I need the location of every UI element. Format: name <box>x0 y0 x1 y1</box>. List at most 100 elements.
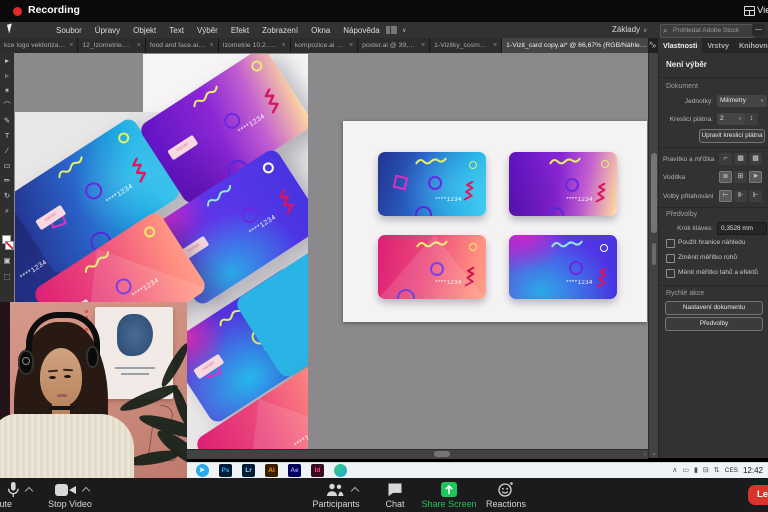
stop-video-button[interactable]: Stop Video <box>40 499 100 509</box>
close-icon[interactable]: × <box>421 42 425 49</box>
paintbrush-tool[interactable]: ✏ <box>0 173 14 188</box>
tab-vrstvy[interactable]: Vrstvy <box>702 38 734 53</box>
artboard-options-icon[interactable]: ↕ <box>745 113 758 125</box>
document-setup-button[interactable]: Nastavení dokumentu <box>665 301 763 315</box>
tab-document-3[interactable]: food and face.ai @...× <box>146 38 219 53</box>
chat-button[interactable]: Chat <box>375 499 415 509</box>
close-icon[interactable]: × <box>349 42 353 49</box>
checkbox-preview-bounds[interactable] <box>666 239 675 248</box>
card-design-blue-purple[interactable]: ****1234 <box>509 235 617 299</box>
checkbox-scale-corners[interactable] <box>666 254 675 263</box>
workspace-switcher[interactable]: Základy∨ <box>612 25 647 34</box>
edit-artboards-button[interactable]: Upravit kreslicí plátna <box>699 129 765 143</box>
selection-tool[interactable]: ▸ <box>0 53 14 68</box>
menu-upravy[interactable]: Úpravy <box>95 26 120 35</box>
view-button[interactable]: View <box>744 2 768 20</box>
card-design-pink[interactable]: ****1234 <box>378 235 486 299</box>
units-select[interactable]: ∨Milimetry <box>717 95 767 107</box>
participants-chevron-icon[interactable] <box>351 487 359 495</box>
rotate-tool[interactable]: ↻ <box>0 188 14 203</box>
pen-tool[interactable]: ✎ <box>0 113 14 128</box>
share-screen-icon[interactable] <box>441 482 457 497</box>
preferences-button[interactable]: Předvolby <box>665 317 763 331</box>
transparency-grid-icon[interactable]: ▩ <box>749 153 762 165</box>
close-icon[interactable]: × <box>282 42 286 49</box>
zoom-tool[interactable]: ⌕ <box>0 203 14 218</box>
tray-display-icon[interactable]: ⊟ <box>703 466 709 474</box>
snap-to-pixel-icon[interactable]: ⊩ <box>749 190 762 202</box>
after-effects-icon[interactable]: Ae <box>288 464 301 477</box>
snap-to-point-icon[interactable]: ⊢ <box>719 190 732 202</box>
tray-icon[interactable]: ▭ <box>682 466 689 474</box>
telegram-icon[interactable]: ➤ <box>196 464 209 477</box>
scroll-right-arrow-icon[interactable]: › <box>644 450 646 459</box>
indesign-icon[interactable]: Id <box>311 464 324 477</box>
snap-to-grid-icon[interactable]: ⊪ <box>734 190 747 202</box>
lightroom-icon[interactable]: Lr <box>242 464 255 477</box>
camera-icon[interactable] <box>54 483 77 497</box>
messenger-icon[interactable] <box>334 464 347 477</box>
clock[interactable]: 12:42 <box>743 466 763 475</box>
checkbox-scale-strokes[interactable] <box>666 269 675 278</box>
artboards-select[interactable]: ∨2 <box>717 113 745 125</box>
tab-document-active[interactable]: 1-Vizit_card copy.ai* @ 66,67% (RGB/Náhl… <box>502 38 660 53</box>
mute-button[interactable]: Mute <box>0 499 12 509</box>
arrange-documents-chevron-icon[interactable]: ∨ <box>402 27 406 34</box>
microphone-icon[interactable] <box>5 481 21 498</box>
grid-icon[interactable]: ▦ <box>734 153 747 165</box>
leave-button[interactable]: Leave <box>748 485 768 505</box>
illustrator-icon[interactable]: Ai <box>265 464 278 477</box>
menu-napoveda[interactable]: Nápověda <box>343 26 379 35</box>
ruler-icon[interactable]: ⌐ <box>719 153 732 165</box>
scroll-down-arrow-icon[interactable]: ⌄ <box>651 449 657 457</box>
tab-document-4[interactable]: Izometrie 10.2..ai ...× <box>219 38 291 53</box>
menu-okna[interactable]: Okna <box>311 26 330 35</box>
adobe-stock-search-input[interactable]: ⌕ Prohledat Adobe Stock <box>660 24 754 38</box>
lock-guides-icon[interactable]: ⊞ <box>734 171 747 183</box>
video-options-chevron-icon[interactable] <box>82 487 90 495</box>
close-icon[interactable]: × <box>69 42 73 49</box>
tab-document-7[interactable]: 1-Vizitky_cosmos.ai× <box>430 38 502 53</box>
key-step-input[interactable]: 0,3528 mm <box>717 222 767 235</box>
line-tool[interactable]: ∕ <box>0 143 14 158</box>
magic-wand-tool[interactable]: ✶ <box>0 83 14 98</box>
tab-document-5[interactable]: kompozice.ai @ 39...× <box>291 38 358 53</box>
rectangle-tool[interactable]: ▭ <box>0 158 14 173</box>
close-icon[interactable]: × <box>210 42 214 49</box>
direct-selection-tool[interactable]: ▹ <box>0 68 14 83</box>
system-tray[interactable]: ∧ ▭ ▮ ⊟ ⇅ CES <box>672 466 738 474</box>
screen-mode-tool[interactable]: ⬚ <box>0 269 14 284</box>
card-design-blue[interactable]: ****1234 <box>378 152 486 216</box>
minimize-button[interactable]: — <box>752 24 765 36</box>
close-icon[interactable]: × <box>137 42 141 49</box>
panel-scrollbar-thumb[interactable] <box>652 243 656 265</box>
share-screen-button[interactable]: Share Screen <box>416 499 482 509</box>
keyboard-language[interactable]: CES <box>725 467 738 474</box>
menu-soubor[interactable]: Soubor <box>56 26 82 35</box>
reactions-icon[interactable] <box>497 481 514 498</box>
tray-ime-icon[interactable]: ▮ <box>694 466 698 474</box>
tab-document-1[interactable]: kce logo vektorizace.ai× <box>0 38 78 53</box>
menu-zobrazeni[interactable]: Zobrazení <box>262 26 298 35</box>
participants-button[interactable]: Participants <box>305 499 367 509</box>
panel-collapse-button[interactable]: » <box>649 40 653 47</box>
mute-options-chevron-icon[interactable] <box>25 487 33 495</box>
menu-objekt[interactable]: Objekt <box>133 26 156 35</box>
reactions-button[interactable]: Reactions <box>478 499 534 509</box>
horizontal-scrollbar-thumb[interactable] <box>434 451 450 457</box>
arrange-documents-icon[interactable] <box>386 26 397 34</box>
draw-mode-tool[interactable]: ▣ <box>0 253 14 268</box>
snap-guides-icon[interactable]: ➤ <box>749 171 762 183</box>
webcam-video[interactable] <box>0 302 187 478</box>
tab-document-6[interactable]: poster.ai @ 39,05%...× <box>358 38 430 53</box>
close-icon[interactable]: × <box>493 42 497 49</box>
stroke-swatch[interactable] <box>5 241 14 250</box>
tray-chevron-icon[interactable]: ∧ <box>672 466 677 474</box>
show-guides-icon[interactable]: ≣ <box>719 171 732 183</box>
menu-text[interactable]: Text <box>169 26 184 35</box>
tab-knihovny[interactable]: Knihovny <box>734 38 768 53</box>
chat-icon[interactable] <box>387 482 403 497</box>
participants-icon[interactable] <box>326 482 344 497</box>
menu-efekt[interactable]: Efekt <box>231 26 249 35</box>
menu-vyber[interactable]: Výběr <box>197 26 218 35</box>
